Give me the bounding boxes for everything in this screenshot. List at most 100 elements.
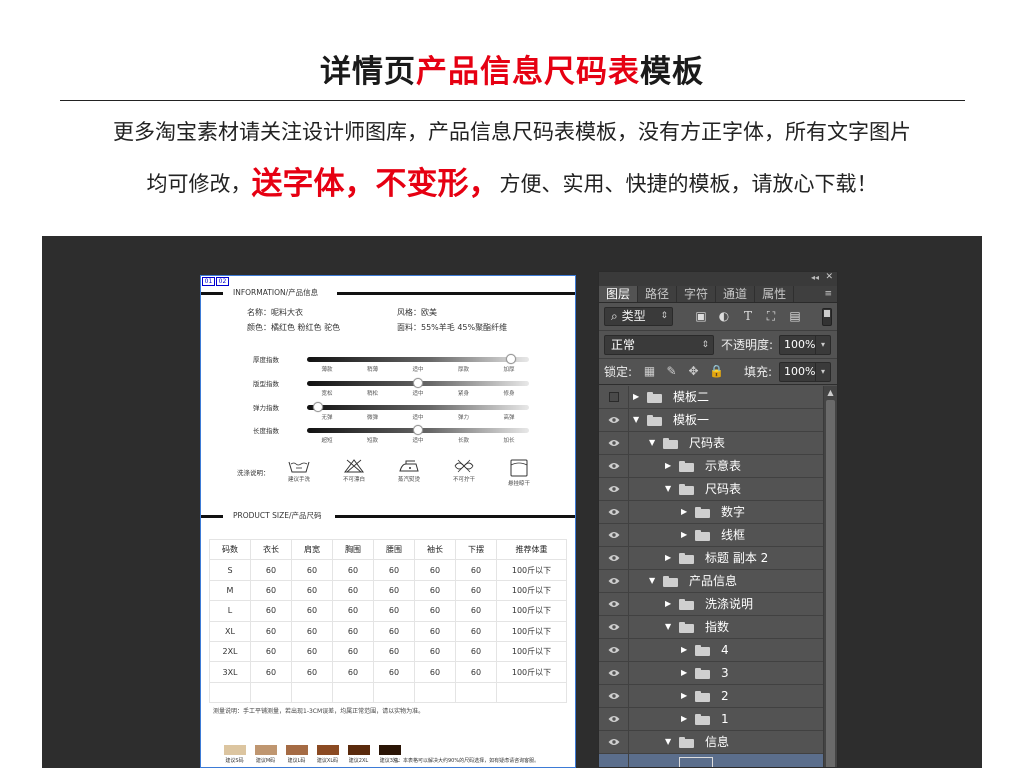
filter-kind-select[interactable]: ⌕ 类型 ⇕ [604, 307, 673, 326]
slider-tick-label: 宽松 [321, 391, 333, 397]
scroll-thumb[interactable] [826, 400, 835, 767]
scroll-up-icon[interactable]: ▲ [824, 386, 837, 400]
swatch-label: 建议S码 [225, 758, 244, 764]
collapsed-triangle-icon[interactable]: ▶ [681, 639, 687, 661]
expanded-triangle-icon[interactable]: ▼ [649, 570, 655, 592]
filter-shape-icon[interactable]: ⛶ [765, 310, 777, 322]
visibility-off-icon[interactable] [599, 754, 629, 767]
swatch-color [316, 745, 339, 755]
filter-adjustment-icon[interactable]: ◐ [718, 310, 730, 322]
lock-transparent-icon[interactable]: ▦ [643, 365, 656, 378]
layer-row[interactable]: ▼ 模板一 [599, 409, 825, 432]
layer-name: 线框 [721, 528, 746, 542]
collapsed-triangle-icon[interactable]: ▶ [681, 524, 687, 546]
layer-row[interactable]: ▶ 2 [599, 685, 825, 708]
layer-scrollbar[interactable]: ▲ [823, 386, 837, 767]
visibility-eye-icon[interactable] [599, 662, 629, 684]
layer-row[interactable]: ▼ 指数 [599, 616, 825, 639]
collapsed-triangle-icon[interactable]: ▶ [681, 685, 687, 707]
visibility-eye-icon[interactable] [599, 478, 629, 500]
chevron-down-icon[interactable]: ▾ [815, 336, 830, 354]
collapse-panel-icon[interactable]: ◂◂ [811, 273, 819, 282]
opacity-input[interactable]: 100% ▾ [779, 335, 831, 355]
wash-item-iron: 蒸汽熨烫 [387, 459, 431, 483]
collapsed-triangle-icon[interactable]: ▶ [665, 547, 671, 569]
layer-row[interactable]: ▼ 信息 [599, 731, 825, 754]
layer-thumbnail[interactable] [679, 757, 713, 767]
visibility-eye-icon[interactable] [599, 731, 629, 753]
fill-input[interactable]: 100% ▾ [779, 362, 831, 382]
collapsed-triangle-icon[interactable]: ▶ [633, 386, 639, 408]
visibility-eye-icon[interactable] [599, 708, 629, 730]
tab-channels[interactable]: 通道 [716, 286, 756, 302]
layer-row[interactable]: ▶ 线框 [599, 524, 825, 547]
lock-position-icon[interactable]: ✥ [687, 365, 700, 378]
filter-smart-object-icon[interactable]: ▤ [789, 310, 801, 322]
visibility-eye-icon[interactable] [599, 639, 629, 661]
tab-paths[interactable]: 路径 [638, 286, 678, 302]
collapsed-triangle-icon[interactable]: ▶ [665, 455, 671, 477]
expanded-triangle-icon[interactable]: ▼ [665, 731, 671, 753]
slider-tick-label: 适中 [412, 415, 424, 421]
visibility-eye-icon[interactable] [599, 524, 629, 546]
collapsed-triangle-icon[interactable]: ▶ [681, 501, 687, 523]
slider-label: 版型指数 [253, 380, 279, 388]
filter-type-icon[interactable]: T [742, 310, 754, 322]
swatch-color [285, 745, 308, 755]
collapsed-triangle-icon[interactable]: ▶ [681, 662, 687, 684]
layer-row[interactable]: ▶ 1 [599, 708, 825, 731]
size-table-body: S 60 60 60 60 60 60 100斤以下 M 60 60 60 60 60 60 100斤以下 L 6… [209, 559, 567, 704]
visibility-eye-icon[interactable] [599, 432, 629, 454]
visibility-eye-icon[interactable] [599, 570, 629, 592]
visibility-eye-icon[interactable] [599, 616, 629, 638]
table-cell: 60 [332, 620, 374, 642]
panel-menu-icon[interactable]: ≡ [824, 286, 832, 303]
visibility-eye-icon[interactable] [599, 501, 629, 523]
expanded-triangle-icon[interactable]: ▼ [665, 478, 671, 500]
filter-pixel-icon[interactable]: ▣ [695, 310, 707, 322]
slice-marker-1[interactable]: 01 [202, 277, 215, 286]
visibility-eye-icon[interactable] [599, 455, 629, 477]
layer-row[interactable]: ▼ 尺码表 [599, 478, 825, 501]
slice-marker-2[interactable]: 02 [216, 277, 229, 286]
collapsed-triangle-icon[interactable]: ▶ [665, 593, 671, 615]
layer-row[interactable]: ▶ 4 [599, 639, 825, 662]
layer-row[interactable]: ▼ 尺码表 [599, 432, 825, 455]
table-row: XL 60 60 60 60 60 60 100斤以下 [209, 620, 567, 642]
collapsed-triangle-icon[interactable]: ▶ [681, 708, 687, 730]
layer-row[interactable]: ▶ 数字 [599, 501, 825, 524]
table-cell: 60 [373, 579, 415, 602]
filter-toggle-switch[interactable] [822, 308, 832, 326]
layer-row[interactable]: ▶ 示意表 [599, 455, 825, 478]
table-header-cell: 胸围 [332, 538, 374, 561]
close-panel-icon[interactable]: ✕ [825, 272, 833, 282]
tab-properties[interactable]: 属性 [755, 286, 795, 302]
layer-row[interactable]: ▼ 产品信息 [599, 570, 825, 593]
visibility-eye-icon[interactable] [599, 409, 629, 431]
visibility-eye-icon[interactable] [599, 685, 629, 707]
chevron-down-icon[interactable]: ▾ [815, 363, 830, 381]
visibility-eye-icon[interactable] [599, 547, 629, 569]
layer-row[interactable] [599, 754, 825, 767]
tab-character[interactable]: 字符 [677, 286, 717, 302]
size-swatches: 建议S码 建议M码 建议L码 建议XL码 建议2XL 建议3XL [219, 745, 405, 764]
layer-row[interactable]: ▶ 洗涤说明 [599, 593, 825, 616]
tab-layers[interactable]: 图层 [599, 286, 639, 302]
select-arrows-icon: ⇕ [701, 340, 709, 350]
blend-mode-select[interactable]: 正常 ⇕ [604, 335, 714, 355]
layer-name: 数字 [721, 505, 746, 519]
lock-all-icon[interactable]: 🔒 [709, 365, 724, 378]
document-canvas[interactable]: 01 02 INFORMATION/产品信息 名称：呢料大衣 风格：欧美 颜色：… [200, 275, 576, 768]
slider-tick-label: 适中 [412, 438, 424, 444]
table-cell: 60 [373, 620, 415, 642]
expanded-triangle-icon[interactable]: ▼ [665, 616, 671, 638]
layer-row[interactable]: ▶ 3 [599, 662, 825, 685]
visibility-off-icon[interactable] [599, 386, 629, 408]
slider-tick-label: 长款 [457, 438, 469, 444]
expanded-triangle-icon[interactable]: ▼ [649, 432, 655, 454]
layer-row[interactable]: ▶ 模板二 [599, 386, 825, 409]
lock-paint-icon[interactable]: ✎ [665, 365, 678, 378]
layer-row[interactable]: ▶ 标题 副本 2 [599, 547, 825, 570]
visibility-eye-icon[interactable] [599, 593, 629, 615]
expanded-triangle-icon[interactable]: ▼ [633, 409, 639, 431]
